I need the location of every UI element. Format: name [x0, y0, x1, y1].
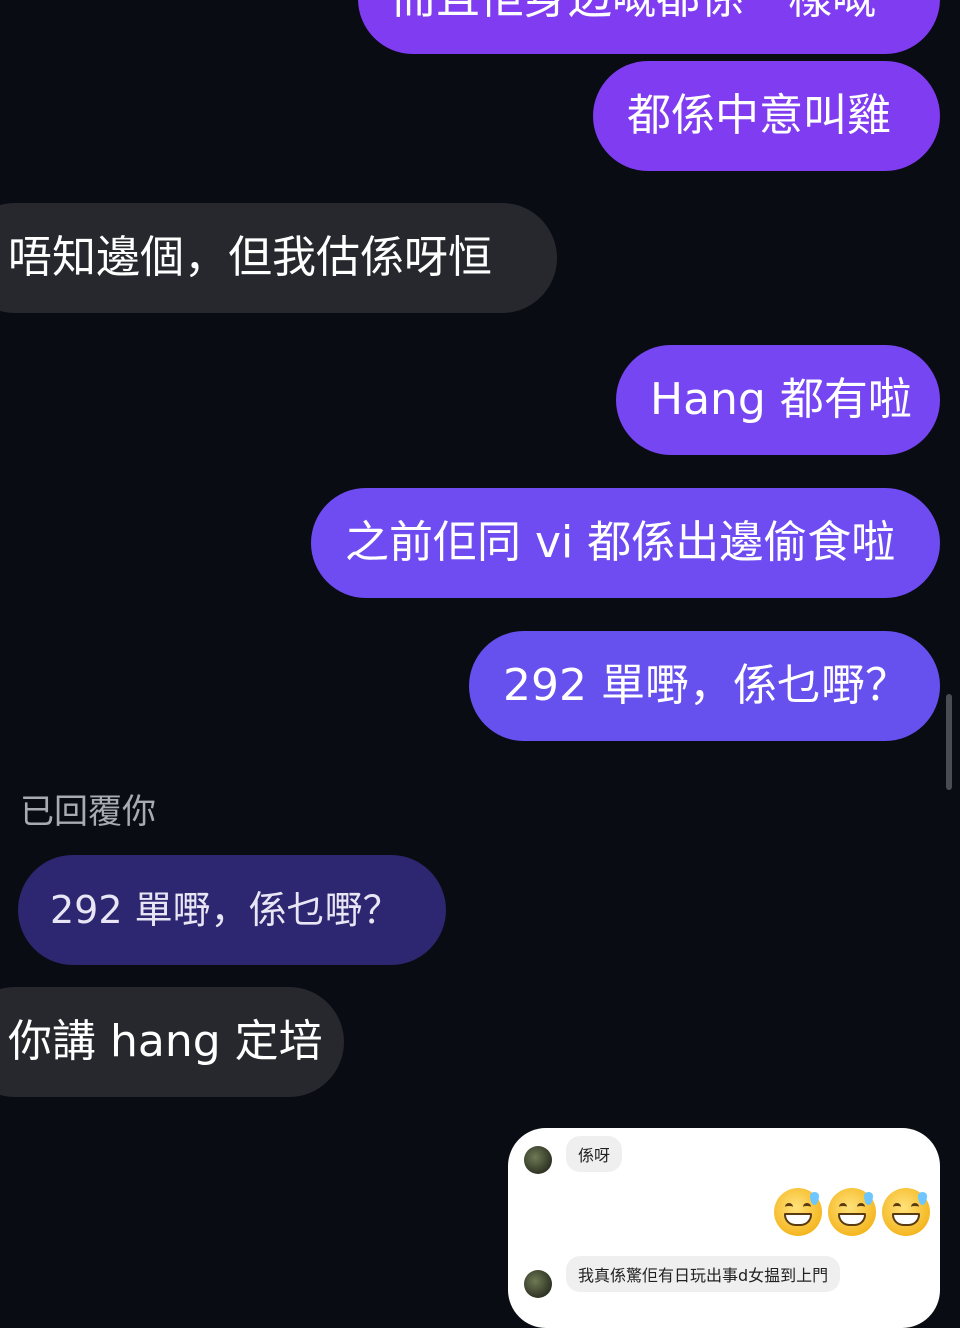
embedded-message: 我真係驚佢有日玩出事d女揾到上門 [566, 1256, 841, 1292]
message-text: 你講 hang 定培 [8, 1016, 323, 1067]
image-attachment[interactable]: 係呀 我真係驚佢有日玩出事d女揾到上門 [508, 1128, 940, 1328]
reply-label: 已回覆你 [20, 792, 156, 832]
message-text: 都係中意叫雞 [627, 90, 891, 141]
message-text: 之前佢同 vi 都係出邊偷食啦 [345, 517, 896, 568]
incoming-message[interactable]: 你講 hang 定培 [0, 987, 344, 1097]
message-text: 292 單嘢，係乜嘢？ [503, 660, 909, 711]
outgoing-message[interactable]: 都係中意叫雞 [593, 61, 940, 171]
emoji-row [774, 1188, 930, 1236]
incoming-message[interactable]: 唔知邊個，但我估係呀恒 [0, 203, 557, 313]
quoted-text: 292 單嘢，係乜嘢？ [50, 888, 401, 932]
quoted-message[interactable]: 292 單嘢，係乜嘢？ [18, 855, 446, 965]
message-text: Hang 都有啦 [650, 374, 912, 425]
grinning-sweat-face-icon [882, 1188, 930, 1236]
outgoing-message[interactable]: 292 單嘢，係乜嘢？ [469, 631, 940, 741]
message-text: 而且佢身边嘅都係一樣嘅 [392, 0, 876, 21]
scrollbar[interactable] [946, 694, 952, 790]
outgoing-message[interactable]: Hang 都有啦 [616, 345, 940, 455]
outgoing-message[interactable]: 之前佢同 vi 都係出邊偷食啦 [311, 488, 940, 598]
embedded-message: 係呀 [566, 1136, 623, 1172]
grinning-sweat-face-icon [828, 1188, 876, 1236]
avatar [524, 1146, 552, 1174]
avatar [524, 1270, 552, 1298]
message-text: 唔知邊個，但我估係呀恒 [8, 232, 492, 283]
outgoing-message[interactable]: 而且佢身边嘅都係一樣嘅 [358, 0, 940, 54]
grinning-sweat-face-icon [774, 1188, 822, 1236]
